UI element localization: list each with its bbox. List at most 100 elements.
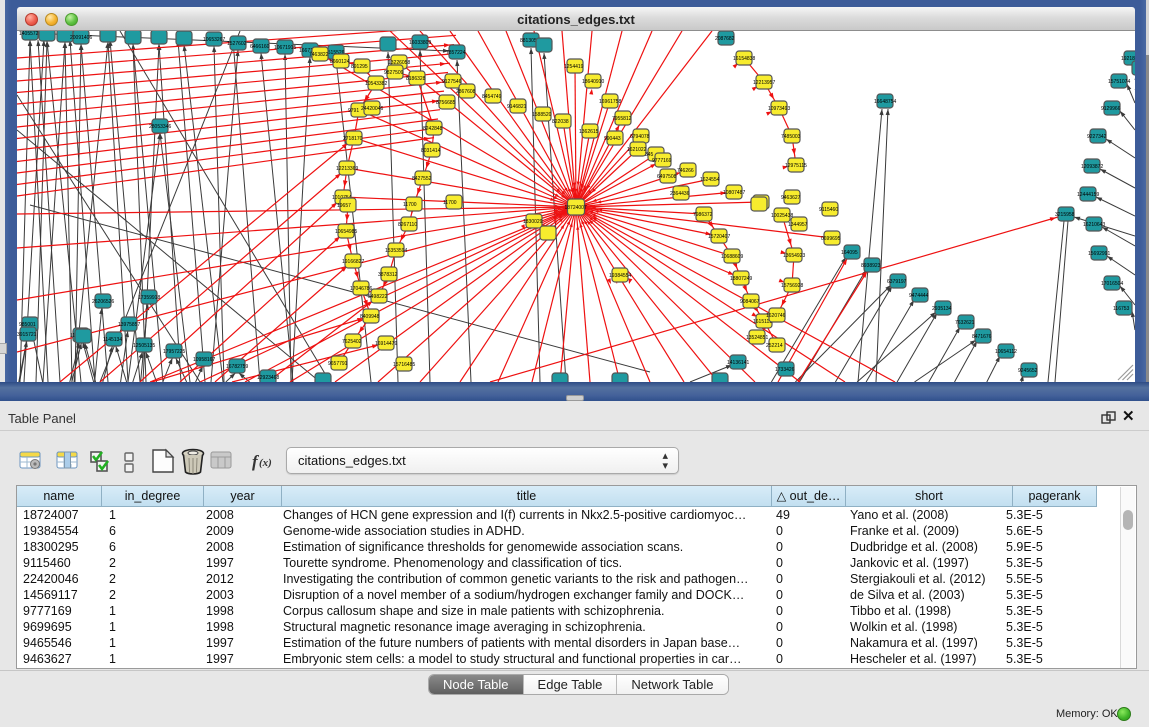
svg-text:9463627: 9463627 (781, 195, 801, 201)
svg-text:14136141: 14136141 (727, 360, 749, 366)
svg-text:7986372: 7986372 (693, 212, 713, 218)
svg-text:(x): (x) (259, 457, 272, 469)
svg-text:11700: 11700 (443, 200, 457, 206)
svg-text:1527602: 1527602 (227, 41, 247, 47)
svg-text:3878312: 3878312 (378, 272, 398, 278)
svg-text:252214: 252214 (766, 343, 783, 349)
svg-text:16210643: 16210643 (1083, 222, 1105, 228)
svg-text:18640910: 18640910 (582, 79, 604, 85)
svg-text:15720407: 15720407 (708, 234, 730, 240)
svg-text:15756928: 15756928 (781, 283, 803, 289)
svg-text:10653267: 10653267 (203, 37, 225, 43)
svg-text:2935134: 2935134 (932, 306, 952, 312)
svg-text:16961758: 16961758 (599, 99, 621, 105)
svg-text:11700: 11700 (403, 202, 417, 208)
svg-text:8409948: 8409948 (360, 314, 380, 320)
svg-text:12093872: 12093872 (1081, 164, 1103, 170)
svg-text:3215958: 3215958 (1055, 212, 1075, 218)
svg-text:9245652: 9245652 (1018, 368, 1038, 374)
svg-text:16914479: 16914479 (375, 341, 397, 347)
svg-text:13524851: 13524851 (746, 335, 768, 341)
svg-text:10671915: 10671915 (274, 45, 296, 51)
svg-text:1344957: 1344957 (788, 222, 808, 228)
svg-text:7632621: 7632621 (955, 320, 975, 326)
svg-text:13654923: 13654923 (783, 253, 805, 259)
svg-text:18724007: 18724007 (565, 205, 587, 211)
svg-text:17046786: 17046786 (350, 286, 372, 292)
svg-text:16648754: 16648754 (874, 99, 896, 105)
svg-text:8660124: 8660124 (330, 59, 350, 65)
svg-text:8186328: 8186328 (406, 76, 426, 82)
svg-text:12213957: 12213957 (753, 80, 775, 86)
svg-text:24420046: 24420046 (361, 106, 383, 112)
svg-text:7463822: 7463822 (309, 52, 329, 58)
svg-text:9657791: 9657791 (328, 361, 348, 367)
svg-text:7857224: 7857224 (446, 50, 466, 56)
svg-text:822038: 822038 (552, 119, 569, 125)
svg-text:12923468: 12923468 (257, 375, 279, 381)
svg-text:16782759: 16782759 (226, 364, 248, 370)
svg-text:18807249: 18807249 (730, 276, 752, 282)
svg-text:8454749: 8454749 (482, 94, 502, 100)
svg-text:10973493: 10973493 (768, 106, 790, 112)
svg-text:9474444: 9474444 (909, 293, 929, 299)
svg-text:15751074: 15751074 (1108, 79, 1130, 85)
svg-text:9227342: 9227342 (1087, 134, 1107, 140)
svg-text:16154838: 16154838 (733, 56, 755, 62)
svg-text:2718170: 2718170 (343, 136, 363, 142)
svg-text:5498222: 5498222 (368, 294, 388, 300)
svg-text:6794078: 6794078 (630, 134, 650, 140)
svg-text:8756685: 8756685 (436, 100, 456, 106)
svg-text:8242848: 8242848 (423, 126, 443, 132)
svg-text:10807487: 10807487 (723, 190, 745, 196)
svg-text:164095: 164095 (841, 250, 858, 256)
svg-text:9084067: 9084067 (740, 299, 760, 305)
svg-text:15692991: 15692991 (1088, 251, 1110, 257)
svg-text:116753: 116753 (1113, 306, 1130, 312)
svg-text:19384554: 19384554 (609, 273, 631, 279)
svg-text:8471676: 8471676 (972, 334, 992, 340)
svg-text:6379197: 6379197 (887, 279, 907, 285)
svg-text:6497508: 6497508 (657, 174, 677, 180)
svg-text:17016504: 17016504 (1101, 281, 1123, 287)
svg-text:10025438: 10025438 (771, 213, 793, 219)
svg-text:2087682: 2087682 (715, 36, 735, 42)
svg-text:15716485: 15716485 (393, 362, 415, 368)
svg-text:746266: 746266 (677, 168, 694, 174)
svg-text:10654985: 10654985 (335, 229, 357, 235)
svg-text:28053346: 28053346 (149, 124, 171, 130)
svg-text:9129966: 9129966 (1101, 106, 1121, 112)
svg-text:8031414: 8031414 (421, 148, 441, 154)
svg-text:10688609: 10688609 (721, 254, 743, 260)
svg-text:26206526: 26206526 (92, 299, 114, 305)
svg-text:6466160: 6466160 (250, 44, 270, 50)
svg-text:10654112: 10654112 (995, 349, 1017, 355)
svg-text:9127546: 9127546 (442, 79, 462, 85)
svg-text:1733426: 1733426 (775, 367, 795, 373)
svg-text:12975115: 12975115 (785, 163, 807, 169)
svg-text:9791: 9791 (348, 108, 359, 114)
svg-text:9827509: 9827509 (384, 70, 404, 76)
svg-text:17359918: 17359918 (138, 295, 160, 301)
svg-text:891295: 891295 (351, 64, 368, 70)
svg-text:3915721: 3915721 (17, 332, 37, 338)
svg-text:1621022: 1621022 (627, 147, 647, 153)
svg-text:15353594: 15353594 (385, 248, 407, 254)
svg-text:1254419: 1254419 (564, 64, 584, 70)
svg-text:1620746: 1620746 (766, 313, 786, 319)
svg-text:1830029: 1830029 (523, 219, 543, 225)
svg-text:12213369: 12213369 (336, 166, 358, 172)
svg-text:17957225: 17957225 (163, 349, 185, 355)
svg-text:7625402: 7625402 (342, 339, 362, 345)
svg-text:1362615: 1362615 (579, 129, 599, 135)
svg-text:14055724: 14055724 (19, 31, 41, 37)
svg-text:990443: 990443 (604, 136, 621, 142)
svg-text:8267110: 8267110 (398, 222, 417, 228)
svg-text:12444159: 12444159 (1077, 192, 1099, 198)
svg-text:9115460: 9115460 (819, 207, 838, 213)
svg-text:1588520: 1588520 (532, 112, 552, 118)
svg-text:0699695: 0699695 (821, 236, 841, 242)
svg-text:7955812: 7955812 (612, 116, 632, 122)
svg-text:2867608: 2867608 (456, 89, 476, 95)
svg-text:19166827: 19166827 (342, 259, 364, 265)
